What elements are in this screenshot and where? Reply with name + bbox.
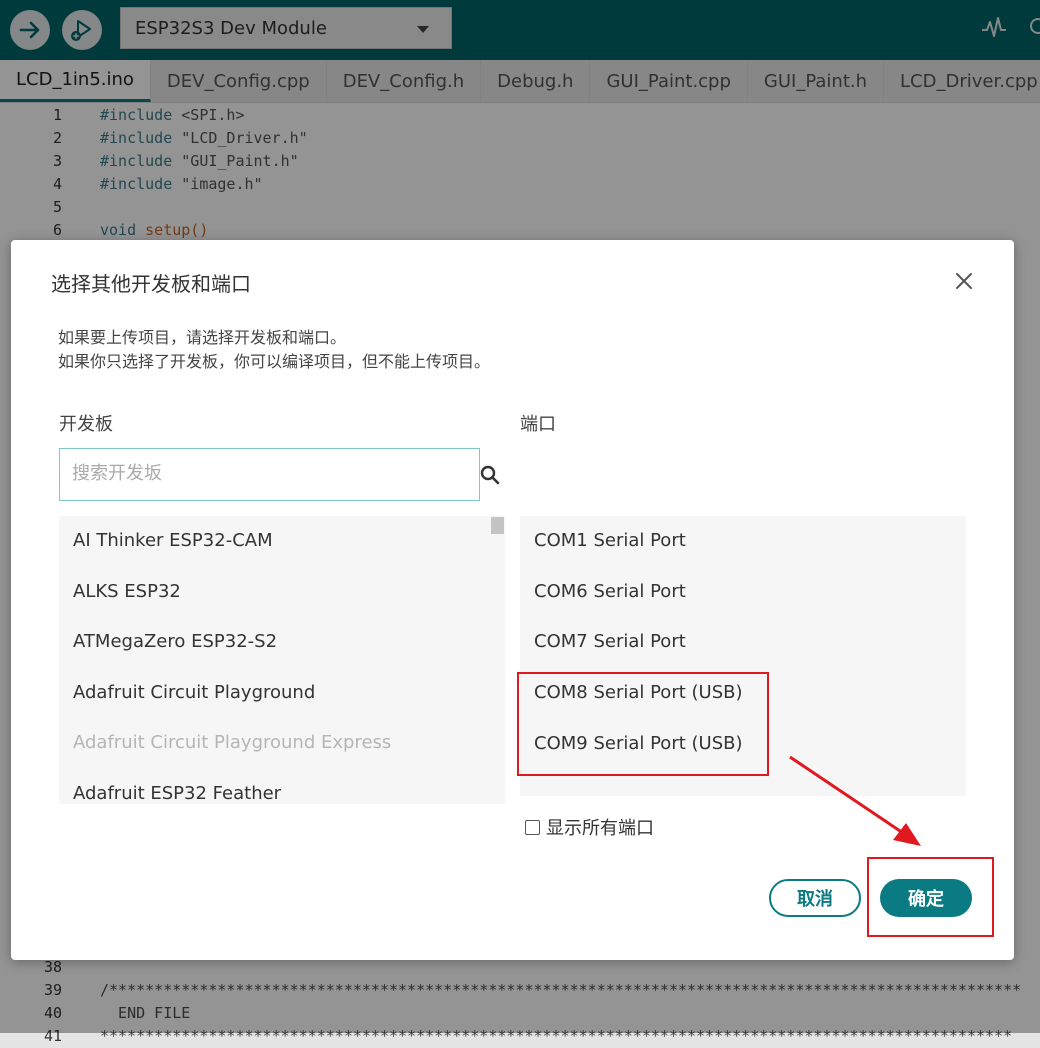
description-line-1: 如果要上传项目，请选择开发板和端口。: [58, 328, 347, 347]
board-list-item[interactable]: ALKS ESP32: [73, 581, 181, 602]
port-list-item[interactable]: COM1 Serial Port: [534, 530, 686, 551]
board-search-input[interactable]: [60, 449, 474, 498]
select-board-dialog: 选择其他开发板和端口 如果要上传项目，请选择开发板和端口。 如果你只选择了开发板…: [11, 240, 1014, 960]
board-list-item[interactable]: AI Thinker ESP32-CAM: [73, 530, 273, 551]
board-list-item[interactable]: Adafruit ESP32 Feather: [73, 783, 281, 804]
close-icon[interactable]: [953, 270, 975, 292]
board-list-scrollbar[interactable]: [491, 517, 504, 534]
show-all-ports[interactable]: 显示所有端口: [525, 814, 654, 840]
annotation-ok-box: [867, 857, 994, 937]
board-list-item[interactable]: ATMegaZero ESP32-S2: [73, 631, 277, 652]
port-list-item[interactable]: COM7 Serial Port: [534, 631, 686, 652]
port-list-item[interactable]: COM6 Serial Port: [534, 581, 686, 602]
description-line-2: 如果你只选择了开发板，你可以编译项目，但不能上传项目。: [58, 352, 491, 371]
cancel-button[interactable]: 取消: [769, 879, 861, 917]
show-all-ports-label: 显示所有端口: [546, 818, 654, 839]
board-list[interactable]: AI Thinker ESP32-CAM ALKS ESP32 ATMegaZero…: [59, 516, 505, 804]
board-list-item[interactable]: Adafruit Circuit Playground Express: [73, 732, 391, 753]
dialog-title: 选择其他开发板和端口: [51, 272, 251, 296]
dialog-description: 如果要上传项目，请选择开发板和端口。 如果你只选择了开发板，你可以编译项目，但不…: [58, 326, 490, 374]
search-icon[interactable]: [479, 464, 501, 486]
board-search-box: [59, 448, 480, 501]
board-list-item[interactable]: Adafruit Circuit Playground: [73, 682, 315, 703]
annotation-usb-ports-box: [517, 672, 769, 776]
boards-label: 开发板: [59, 414, 113, 435]
ports-label: 端口: [520, 414, 556, 435]
show-all-ports-checkbox[interactable]: [525, 819, 540, 835]
